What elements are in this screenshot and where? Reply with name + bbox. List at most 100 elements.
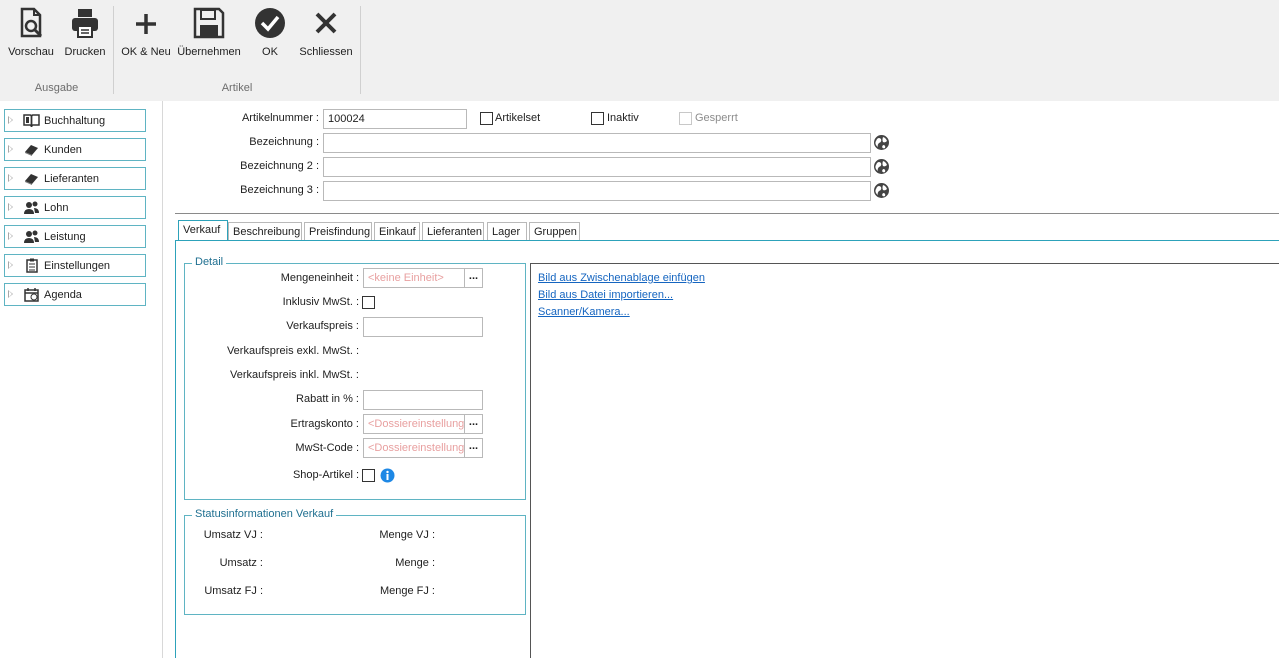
- globe-icon[interactable]: [873, 158, 890, 175]
- import-image-link[interactable]: Bild aus Datei importieren...: [538, 289, 673, 301]
- book-icon: [23, 114, 40, 128]
- scanner-link[interactable]: Scanner/Kamera...: [538, 306, 630, 318]
- tab-content-border: [175, 240, 176, 658]
- preview-icon: [20, 7, 43, 38]
- inactive-checkbox[interactable]: [591, 112, 604, 125]
- ribbon-toolbar: Vorschau Drucken OK & Neu Übernehmen OK …: [0, 0, 1279, 101]
- nav-item-label: Einstellungen: [44, 260, 111, 272]
- price-excl-vat-label: Verkaufspreis exkl. MwSt. :: [226, 345, 359, 357]
- tab-beschreibung[interactable]: Beschreibung: [228, 222, 302, 240]
- nav-item-label: Buchhaltung: [44, 115, 106, 127]
- article-number-input[interactable]: 100024: [323, 109, 467, 129]
- designation3-input[interactable]: [323, 181, 871, 201]
- unit-label: Mengeneinheit :: [280, 272, 359, 284]
- nav-item-buchhaltung[interactable]: Buchhaltung: [4, 109, 146, 132]
- paste-image-link[interactable]: Bild aus Zwischenablage einfügen: [538, 272, 705, 284]
- locked-label: Gesperrt: [695, 112, 738, 124]
- designation2-input[interactable]: [323, 157, 871, 177]
- discount-label: Rabatt in % :: [296, 393, 359, 405]
- shop-article-checkbox[interactable]: [362, 469, 375, 482]
- expand-arrow-icon[interactable]: [8, 145, 13, 153]
- detail-title: Detail: [192, 256, 227, 268]
- preview-button[interactable]: Vorschau: [5, 4, 57, 64]
- revenue-account-browse-button[interactable]: ...: [464, 414, 483, 434]
- shop-article-label: Shop-Artikel :: [292, 469, 359, 481]
- close-icon: [315, 12, 337, 34]
- ribbon-separator: [360, 6, 361, 94]
- people-icon: [24, 201, 39, 214]
- articleset-checkbox[interactable]: [480, 112, 493, 125]
- inactive-label: Inaktiv: [607, 112, 639, 124]
- status-title: Statusinformationen Verkauf: [192, 508, 337, 520]
- globe-icon[interactable]: [873, 134, 890, 151]
- clipboard-icon: [26, 258, 38, 273]
- unit-input[interactable]: <keine Einheit>: [363, 268, 465, 288]
- tab-einkauf[interactable]: Einkauf: [374, 222, 420, 240]
- save-icon: [193, 7, 225, 39]
- designation2-label: Bezeichnung 2 :: [240, 160, 319, 172]
- nav-item-agenda[interactable]: Agenda: [4, 283, 146, 306]
- expand-arrow-icon[interactable]: [8, 232, 13, 240]
- ok-new-label: OK & Neu: [121, 46, 171, 58]
- articleset-label: Artikelset: [495, 112, 541, 124]
- nav-item-label: Lohn: [44, 202, 69, 214]
- designation3-label: Bezeichnung 3 :: [240, 184, 319, 196]
- group-label-article: Artikel: [221, 82, 253, 94]
- tab-preisfindung[interactable]: Preisfindung: [304, 222, 372, 240]
- people-icon: [24, 230, 39, 243]
- price-incl-vat-label: Verkaufspreis inkl. MwSt. :: [230, 369, 359, 381]
- tab-lager[interactable]: Lager: [487, 222, 527, 240]
- tab-lieferanten[interactable]: Lieferanten: [422, 222, 484, 240]
- vat-code-input[interactable]: <Dossiereinstellungen>: [363, 438, 465, 458]
- designation-input[interactable]: [323, 133, 871, 153]
- expand-arrow-icon[interactable]: [8, 116, 13, 124]
- preview-label: Vorschau: [8, 46, 54, 58]
- nav-item-kunden[interactable]: Kunden: [4, 138, 146, 161]
- nav-item-lieferanten[interactable]: Lieferanten: [4, 167, 146, 190]
- nav-divider: [162, 101, 163, 658]
- tab-underline: [175, 240, 1279, 241]
- nav-item-einstellungen[interactable]: Einstellungen: [4, 254, 146, 277]
- notebook-icon: [25, 174, 38, 185]
- apply-button[interactable]: Übernehmen: [177, 4, 241, 64]
- vat-code-browse-button[interactable]: ...: [464, 438, 483, 458]
- quantity-fy-label: Menge FJ :: [379, 585, 435, 597]
- print-label: Drucken: [64, 46, 106, 58]
- globe-icon[interactable]: [873, 182, 890, 199]
- ok-new-button[interactable]: OK & Neu: [120, 4, 172, 64]
- apply-label: Übernehmen: [177, 46, 241, 58]
- incl-vat-label: Inklusiv MwSt. :: [282, 296, 359, 308]
- print-button[interactable]: Drucken: [62, 4, 108, 64]
- unit-browse-button[interactable]: ...: [464, 268, 483, 288]
- discount-input[interactable]: [363, 390, 483, 410]
- revenue-account-label: Ertragskonto :: [290, 418, 359, 430]
- nav-item-label: Leistung: [44, 231, 86, 243]
- close-label: Schliessen: [299, 46, 353, 58]
- article-number-label: Artikelnummer :: [241, 112, 319, 124]
- calendar-icon: [24, 288, 39, 302]
- incl-vat-checkbox[interactable]: [362, 296, 375, 309]
- close-button[interactable]: Schliessen: [298, 4, 354, 64]
- checkmark-icon: [255, 8, 285, 38]
- info-icon[interactable]: [380, 468, 395, 483]
- nav-item-leistung[interactable]: Leistung: [4, 225, 146, 248]
- image-pane: [530, 263, 1279, 658]
- nav-item-label: Kunden: [44, 144, 82, 156]
- turnover-fy-label: Umsatz FJ :: [204, 585, 263, 597]
- revenue-account-input[interactable]: <Dossiereinstellungen>: [363, 414, 465, 434]
- nav-item-lohn[interactable]: Lohn: [4, 196, 146, 219]
- tab-verkauf[interactable]: Verkauf: [178, 220, 228, 241]
- locked-checkbox[interactable]: [679, 112, 692, 125]
- quantity-py-label: Menge VJ :: [379, 529, 435, 541]
- sales-price-label: Verkaufspreis :: [286, 320, 359, 332]
- expand-arrow-icon[interactable]: [8, 174, 13, 182]
- expand-arrow-icon[interactable]: [8, 290, 13, 298]
- designation-label: Bezeichnung :: [249, 136, 319, 148]
- nav-item-label: Lieferanten: [44, 173, 100, 185]
- group-label-output: Ausgabe: [34, 82, 79, 94]
- expand-arrow-icon[interactable]: [8, 261, 13, 269]
- ok-button[interactable]: OK: [250, 4, 290, 64]
- sales-price-input[interactable]: [363, 317, 483, 337]
- expand-arrow-icon[interactable]: [8, 203, 13, 211]
- tab-gruppen[interactable]: Gruppen: [529, 222, 580, 240]
